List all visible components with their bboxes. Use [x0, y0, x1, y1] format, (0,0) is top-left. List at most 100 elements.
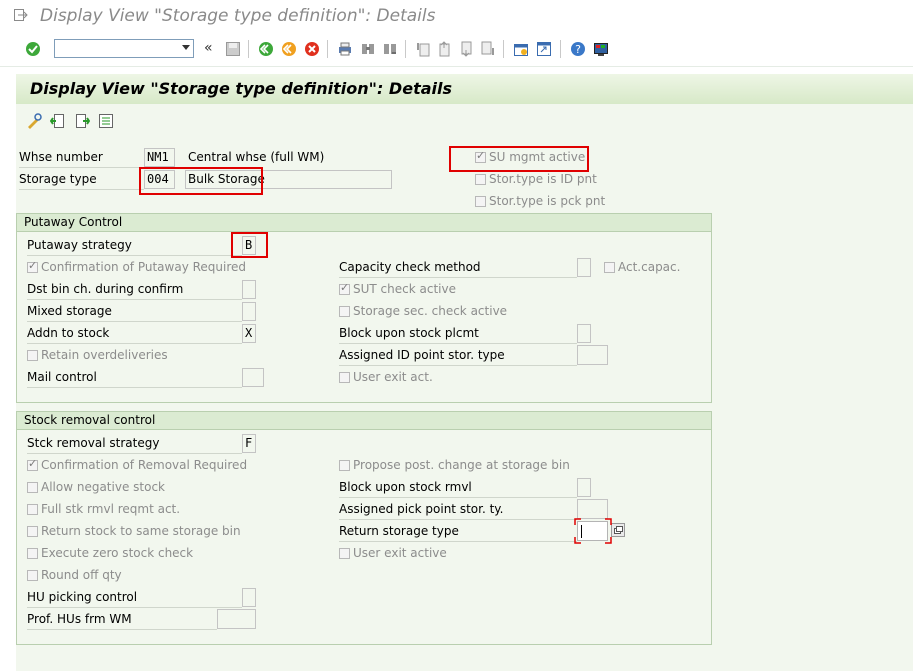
print-icon[interactable]	[337, 41, 353, 57]
chevron-down-icon[interactable]	[182, 45, 190, 50]
mixed-storage-label: Mixed storage	[27, 304, 112, 318]
stor-id-checkbox[interactable]	[475, 174, 486, 185]
addn-to-stock-field[interactable]: X	[242, 324, 256, 343]
variable-list-icon[interactable]	[98, 113, 114, 129]
user-exit-act-checkbox[interactable]	[339, 372, 350, 383]
assigned-pick-field[interactable]	[577, 499, 608, 519]
return-storage-type-label: Return storage type	[339, 524, 459, 538]
putaway-strategy-label: Putaway strategy	[27, 238, 132, 252]
block-rmvl-label: Block upon stock rmvl	[339, 480, 472, 494]
back-nav-icon[interactable]	[258, 41, 274, 57]
full-stk-label: Full stk rmvl reqmt act.	[41, 502, 181, 516]
next-entry-icon[interactable]	[74, 113, 90, 129]
removal-confirm-checkbox[interactable]	[27, 457, 38, 471]
customize-icon[interactable]	[593, 41, 609, 57]
whse-number-label: Whse number	[19, 150, 103, 164]
putaway-control-title: Putaway Control	[24, 215, 123, 229]
sut-check-label: SUT check active	[353, 282, 456, 296]
retain-overdeliveries-label: Retain overdeliveries	[41, 348, 168, 362]
last-page-icon[interactable]	[480, 41, 496, 57]
first-page-icon[interactable]	[415, 41, 431, 57]
block-plcmt-field[interactable]	[577, 324, 591, 343]
act-capac-checkbox[interactable]	[604, 262, 615, 273]
negative-stock-checkbox[interactable]	[27, 482, 38, 493]
prof-hus-label: Prof. HUs frm WM	[27, 612, 132, 626]
whse-number-field[interactable]: NM1	[144, 148, 175, 167]
save-icon[interactable]	[225, 41, 241, 57]
application-toolbar	[16, 104, 913, 138]
title-bar: Display View "Storage type definition": …	[0, 0, 913, 32]
hu-picking-field[interactable]	[242, 588, 256, 607]
prev-page-icon[interactable]	[436, 41, 452, 57]
propose-post-checkbox[interactable]	[339, 460, 350, 471]
window-title: Display View "Storage type definition": …	[40, 6, 436, 26]
mixed-storage-field[interactable]	[242, 302, 256, 321]
storage-sec-checkbox[interactable]	[339, 306, 350, 317]
command-field[interactable]	[54, 39, 194, 58]
removal-strategy-label: Stck removal strategy	[27, 436, 160, 450]
dst-bin-label: Dst bin ch. during confirm	[27, 282, 184, 296]
act-capac-label: Act.capac.	[618, 260, 681, 274]
storage-type-label: Storage type	[19, 172, 97, 186]
shortcut-icon[interactable]	[536, 41, 552, 57]
return-type-focus-marker	[574, 518, 612, 544]
propose-post-label: Propose post. change at storage bin	[353, 458, 570, 472]
round-off-qty-label: Round off qty	[41, 568, 122, 582]
next-page-icon[interactable]	[458, 41, 474, 57]
return-same-bin-label: Return stock to same storage bin	[41, 524, 241, 538]
display-change-icon[interactable]	[26, 113, 42, 129]
storage-type-highlight	[139, 167, 263, 195]
cancel-icon[interactable]	[304, 41, 320, 57]
round-off-qty-checkbox[interactable]	[27, 570, 38, 581]
exit-icon[interactable]	[281, 41, 297, 57]
prev-entry-icon[interactable]	[50, 113, 66, 129]
removal-confirm-label: Confirmation of Removal Required	[41, 458, 248, 472]
block-rmvl-field[interactable]	[577, 478, 591, 497]
putaway-confirm-checkbox[interactable]	[27, 259, 38, 273]
svg-text:?: ?	[575, 43, 581, 56]
hu-picking-label: HU picking control	[27, 590, 138, 604]
zero-stock-check-label: Execute zero stock check	[41, 546, 194, 560]
negative-stock-label: Allow negative stock	[41, 480, 165, 494]
whse-description: Central whse (full WM)	[188, 150, 325, 164]
help-icon[interactable]: ?	[570, 41, 586, 57]
addn-to-stock-label: Addn to stock	[27, 326, 110, 340]
sut-check-checkbox[interactable]	[339, 281, 350, 295]
find-icon[interactable]	[360, 41, 376, 57]
user-exit-active-checkbox[interactable]	[339, 548, 350, 559]
assigned-id-label: Assigned ID point stor. type	[339, 348, 505, 362]
capacity-check-label: Capacity check method	[339, 260, 481, 274]
menu-icon[interactable]	[14, 9, 28, 21]
standard-toolbar: « ?	[0, 32, 913, 67]
back-icon[interactable]: «	[204, 41, 220, 57]
prof-hus-field[interactable]	[217, 609, 256, 629]
putaway-control-group: Putaway Control Putaway strategy B Confi…	[16, 213, 712, 403]
assigned-pick-label: Assigned pick point stor. ty.	[339, 502, 504, 516]
stor-pck-label: Stor.type is pck pnt	[489, 194, 606, 208]
block-plcmt-label: Block upon stock plcmt	[339, 326, 479, 340]
screen-header: Display View "Storage type definition": …	[16, 74, 913, 104]
find-next-icon[interactable]	[382, 41, 398, 57]
return-same-bin-checkbox[interactable]	[27, 526, 38, 537]
new-session-icon[interactable]	[513, 41, 529, 57]
full-stk-checkbox[interactable]	[27, 504, 38, 515]
dst-bin-field[interactable]	[242, 280, 256, 299]
retain-overdeliveries-checkbox[interactable]	[27, 350, 38, 361]
putaway-confirm-label: Confirmation of Putaway Required	[41, 260, 247, 274]
content-area: Whse number NM1 Central whse (full WM) S…	[16, 138, 913, 671]
removal-strategy-field[interactable]: F	[242, 434, 256, 453]
user-exit-active-label: User exit active	[353, 546, 447, 560]
enter-icon[interactable]	[25, 41, 41, 57]
page-title: Display View "Storage type definition": …	[30, 79, 452, 98]
storage-sec-label: Storage sec. check active	[353, 304, 508, 318]
assigned-id-field[interactable]	[577, 345, 608, 365]
mail-control-label: Mail control	[27, 370, 97, 384]
stor-pck-checkbox[interactable]	[475, 196, 486, 207]
mail-control-field[interactable]	[242, 368, 264, 387]
putaway-strategy-highlight	[231, 232, 268, 258]
capacity-check-field[interactable]	[577, 258, 591, 277]
zero-stock-check-checkbox[interactable]	[27, 548, 38, 559]
stor-id-label: Stor.type is ID pnt	[489, 172, 597, 186]
user-exit-act-label: User exit act.	[353, 370, 433, 384]
value-help-icon[interactable]	[611, 523, 625, 537]
